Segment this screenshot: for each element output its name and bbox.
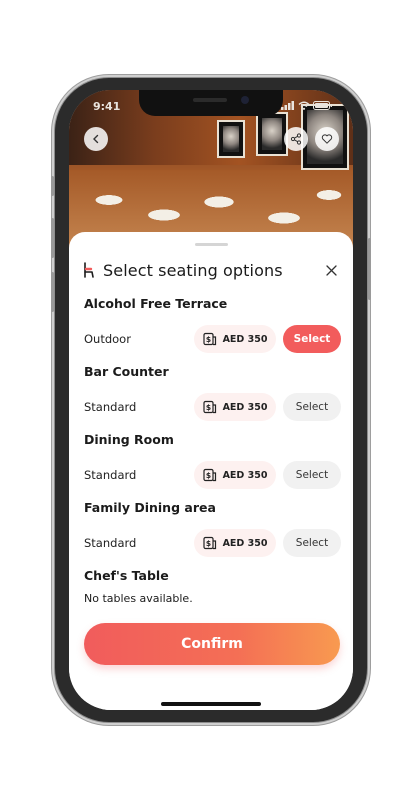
price-pill: $ AED 350 [194,529,276,557]
signal-icon [281,101,294,110]
sheet-header: Select seating options [83,260,339,280]
select-button[interactable]: Select [283,461,341,489]
price-tag-icon: $ [202,332,216,346]
screen: 9:41 Select seating options Alcohol Free… [69,90,353,710]
seating-option-row: Standard $ AED 350 Select [84,529,341,559]
price-pill: $ AED 350 [194,325,276,353]
share-icon [290,133,302,145]
price-tag-icon: $ [202,468,216,482]
chevron-left-icon [93,134,99,144]
price-text: AED 350 [222,333,268,345]
seating-option-name: Chef's Table [84,568,169,583]
price-pill: $ AED 350 [194,461,276,489]
sheet-grabber[interactable] [195,243,228,246]
notch-camera [241,96,249,104]
seating-option-type: Standard [84,468,137,482]
battery-icon [313,101,332,110]
phone-power-button [368,238,371,300]
svg-text:$: $ [205,335,210,344]
price-text: AED 350 [222,401,268,413]
seating-options-sheet: Select seating options Alcohol Free Terr… [69,232,353,710]
phone-frame: 9:41 Select seating options Alcohol Free… [51,78,371,722]
seating-option-row: Standard $ AED 350 Select [84,461,341,491]
back-button[interactable] [84,127,108,151]
seating-option-type: Standard [84,400,137,414]
phone-silent-switch [51,176,54,196]
seating-option-type: Standard [84,536,137,550]
photo-artwork [217,120,245,158]
heart-icon [321,134,333,144]
seating-option-row: Outdoor $ AED 350 Select [84,325,341,355]
seating-option-type: Outdoor [84,332,131,346]
seating-option-name: Alcohol Free Terrace [84,296,228,311]
favorite-button[interactable] [315,127,339,151]
price-pill: $ AED 350 [194,393,276,421]
status-time: 9:41 [93,100,121,113]
price-tag-icon: $ [202,400,216,414]
price-tag-icon: $ [202,536,216,550]
home-indicator [161,702,261,706]
svg-text:$: $ [205,539,210,548]
confirm-button[interactable]: Confirm [84,623,340,665]
seating-option-name: Family Dining area [84,500,216,515]
select-button[interactable]: Select [283,393,341,421]
select-button[interactable]: Select [283,325,341,353]
sheet-title: Select seating options [103,260,283,280]
seating-option-row: Standard $ AED 350 Select [84,393,341,423]
seating-option-name: Bar Counter [84,364,169,379]
status-icons [281,101,333,110]
svg-text:$: $ [205,471,210,480]
svg-text:$: $ [205,403,210,412]
price-text: AED 350 [222,469,268,481]
notch [139,90,283,116]
close-icon [325,264,337,276]
share-button[interactable] [284,127,308,151]
phone-volume-down [51,272,54,312]
select-button[interactable]: Select [283,529,341,557]
chair-icon [84,262,94,278]
seating-option-name: Dining Room [84,432,174,447]
price-text: AED 350 [222,537,268,549]
phone-volume-up [51,218,54,258]
close-button[interactable] [323,262,339,278]
wifi-icon [298,101,310,110]
notch-speaker [193,98,227,102]
no-tables-message: No tables available. [84,592,193,605]
